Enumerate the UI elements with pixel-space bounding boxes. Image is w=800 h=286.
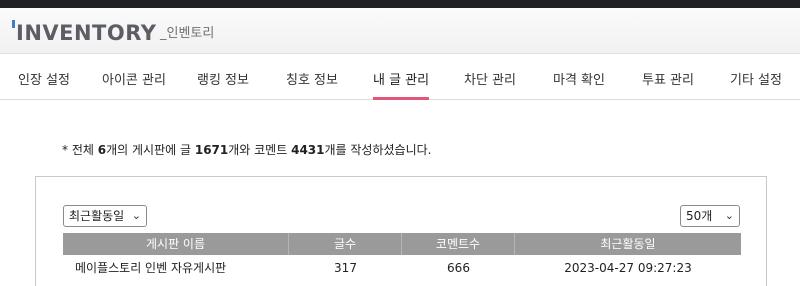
inventory-logo[interactable]: INVENTORY: [12, 20, 156, 45]
column-header-posts[interactable]: 글수: [289, 233, 402, 255]
nav-item-my-posts[interactable]: 내 글 관리: [373, 62, 429, 100]
nav-item-seal-settings[interactable]: 인장 설정: [18, 62, 70, 100]
cell-comment-count: 666: [447, 261, 470, 275]
summary-text-1: 개의 게시판에 글: [106, 143, 192, 157]
cell-board-name[interactable]: 메이플스토리 인벤 자유게시판: [75, 256, 226, 280]
active-tab-indicator: [373, 97, 429, 100]
summary-post-count: 1671: [194, 143, 229, 157]
summary-text-3: 개를 작성하셨습니다.: [324, 143, 432, 157]
logo-mark-icon: [12, 20, 15, 28]
top-bar: [0, 0, 800, 8]
nav-item-title-info[interactable]: 칭호 정보: [286, 62, 338, 100]
table-header: 게시판 이름 글수 코멘트수 최근활동일: [63, 233, 741, 255]
column-header-board[interactable]: 게시판 이름: [63, 233, 289, 255]
cell-post-count: 317: [334, 261, 357, 275]
page-size-select[interactable]: 50개 ⌄: [680, 205, 740, 227]
nav-item-block-manage[interactable]: 차단 관리: [464, 62, 516, 100]
summary-comment-count: 4431: [291, 143, 325, 157]
nav-item-hit-check[interactable]: 마격 확인: [553, 62, 605, 100]
summary-prefix: * 전체: [62, 143, 94, 157]
cell-last-active: 2023-04-27 09:27:23: [564, 261, 692, 275]
logo-subtitle: _인벤토리: [160, 26, 215, 41]
nav-item-other-settings[interactable]: 기타 설정: [730, 62, 782, 100]
activity-summary: * 전체 6개의 게시판에 글 1671개와 코멘트 4431개를 작성하셨습니…: [62, 142, 432, 158]
chevron-down-icon: ⌄: [724, 209, 734, 222]
logo-text: INVENTORY: [16, 21, 157, 45]
summary-text-2: 개와 코멘트: [228, 143, 288, 157]
inventory-nav: 인장 설정 아이콘 관리 랭킹 정보 칭호 정보 내 글 관리 차단 관리 마격…: [0, 62, 800, 100]
site-header: INVENTORY _인벤토리: [0, 8, 800, 54]
column-header-comments[interactable]: 코멘트수: [402, 233, 515, 255]
nav-item-ranking-info[interactable]: 랭킹 정보: [197, 62, 249, 100]
nav-item-icon-manage[interactable]: 아이콘 관리: [102, 62, 166, 100]
sort-select-value: 최근활동일: [69, 209, 125, 223]
nav-item-vote-manage[interactable]: 투표 관리: [642, 62, 694, 100]
page-size-select-value: 50개: [686, 209, 713, 223]
summary-board-count: 6: [97, 143, 107, 157]
column-header-last-active[interactable]: 최근활동일: [515, 233, 741, 255]
chevron-down-icon: ⌄: [131, 209, 141, 222]
sort-select[interactable]: 최근활동일 ⌄: [63, 205, 147, 227]
